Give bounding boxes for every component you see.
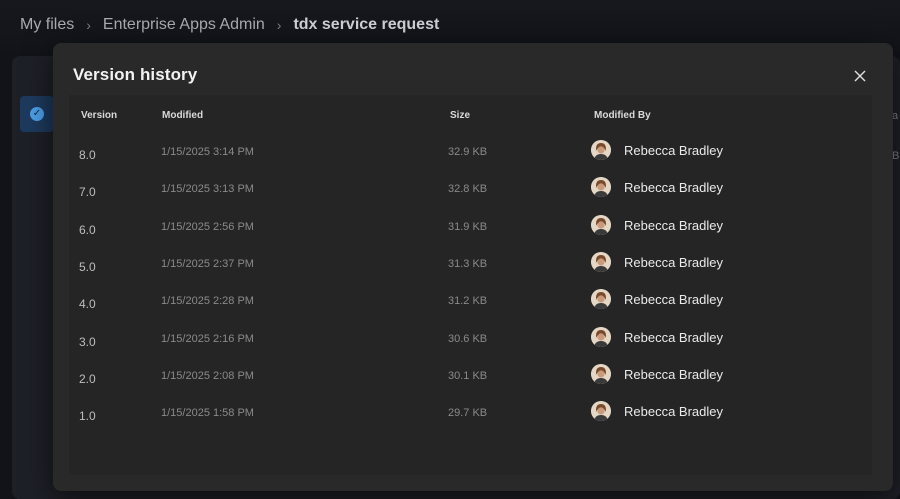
modified-by-cell[interactable]: Rebecca Bradley (624, 292, 723, 307)
close-button[interactable] (850, 66, 870, 86)
user-avatar (591, 289, 611, 310)
user-avatar (591, 214, 611, 235)
column-header-modified[interactable]: Modified (162, 110, 203, 121)
size-cell: 32.8 KB (448, 183, 488, 196)
version-cell[interactable]: 7.0 (79, 185, 96, 199)
column-header-modified-by[interactable]: Modified By (594, 110, 651, 121)
modified-cell: 1/15/2025 2:56 PM (161, 220, 254, 233)
table-row[interactable]: 1.0 1/15/2025 1:58 PM 29.7 KB Rebecca Bradl… (73, 397, 863, 434)
modified-by-cell[interactable]: Rebecca Bradley (624, 218, 723, 233)
breadcrumb-current: tdx service request (293, 16, 440, 33)
table-row[interactable]: 2.0 1/15/2025 2:08 PM 30.1 KB Rebecca Bradl… (73, 360, 863, 397)
breadcrumb-item-enterprise-apps-admin[interactable]: Enterprise Apps Admin (103, 16, 265, 34)
user-avatar (591, 326, 611, 347)
table-row[interactable]: 6.0 1/15/2025 2:56 PM 31.9 KB Rebecca Bradl… (73, 211, 863, 248)
modified-cell: 1/15/2025 3:14 PM (161, 146, 254, 158)
size-cell: 31.2 KB (448, 295, 488, 308)
version-cell[interactable]: 2.0 (79, 372, 96, 386)
modified-by-cell[interactable]: Rebecca Bradley (624, 143, 723, 158)
version-cell[interactable]: 1.0 (79, 409, 96, 423)
background-text-fragment: Be (892, 150, 900, 162)
version-cell[interactable]: 8.0 (79, 148, 96, 162)
version-cell[interactable]: 6.0 (79, 223, 96, 237)
selected-row-marker[interactable]: ✓ (20, 96, 54, 132)
modified-by-cell[interactable]: Rebecca Bradley (624, 330, 723, 345)
table-row[interactable]: 3.0 1/15/2025 2:16 PM 30.6 KB Rebecca Bradl… (73, 323, 863, 360)
modified-cell: 1/15/2025 2:16 PM (161, 332, 254, 345)
size-cell: 31.9 KB (448, 220, 488, 233)
modified-by-cell[interactable]: Rebecca Bradley (624, 404, 723, 419)
user-avatar (591, 251, 611, 272)
breadcrumb-item-my-files[interactable]: My files (20, 16, 74, 34)
chevron-right-icon: › (276, 17, 282, 33)
table-row[interactable]: 4.0 1/15/2025 2:28 PM 31.2 KB Rebecca Bradl… (73, 285, 863, 322)
user-avatar (591, 140, 611, 160)
modified-by-cell[interactable]: Rebecca Bradley (624, 367, 723, 382)
version-history-dialog: Version history Version Modified Size Mo… (53, 43, 893, 491)
size-cell: 31.3 KB (448, 257, 488, 270)
breadcrumb: My files › Enterprise Apps Admin › tdx s… (20, 16, 439, 34)
modified-cell: 1/15/2025 2:37 PM (161, 257, 254, 270)
size-cell: 32.9 KB (448, 146, 488, 158)
version-cell[interactable]: 4.0 (79, 297, 96, 311)
size-cell: 30.6 KB (448, 332, 488, 345)
modified-cell: 1/15/2025 2:28 PM (161, 295, 254, 308)
table-row[interactable]: 5.0 1/15/2025 2:37 PM 31.3 KB Rebecca Bradl… (73, 248, 863, 285)
modified-cell: 1/15/2025 3:13 PM (161, 183, 254, 196)
checkmark-icon: ✓ (30, 107, 44, 121)
table-row[interactable]: 8.0 1/15/2025 3:14 PM 32.9 KB Rebecca Bradl… (73, 136, 863, 173)
close-icon (854, 70, 866, 82)
chevron-right-icon: › (86, 17, 91, 33)
user-avatar (591, 363, 611, 384)
user-avatar (591, 177, 611, 198)
version-cell[interactable]: 5.0 (79, 260, 96, 274)
version-cell[interactable]: 3.0 (79, 335, 96, 349)
size-cell: 30.1 KB (448, 369, 488, 382)
size-cell: 29.7 KB (448, 407, 488, 420)
modified-cell: 1/15/2025 1:58 PM (161, 407, 254, 420)
column-header-size[interactable]: Size (450, 110, 470, 121)
user-avatar (591, 401, 611, 422)
modified-cell: 1/15/2025 2:08 PM (161, 369, 254, 382)
table-row[interactable]: 7.0 1/15/2025 3:13 PM 32.8 KB Rebecca Bradl… (73, 173, 863, 210)
modified-by-cell[interactable]: Rebecca Bradley (624, 255, 723, 270)
dialog-title: Version history (73, 65, 198, 84)
column-header-version[interactable]: Version (81, 110, 117, 121)
modified-by-cell[interactable]: Rebecca Bradley (624, 180, 723, 195)
